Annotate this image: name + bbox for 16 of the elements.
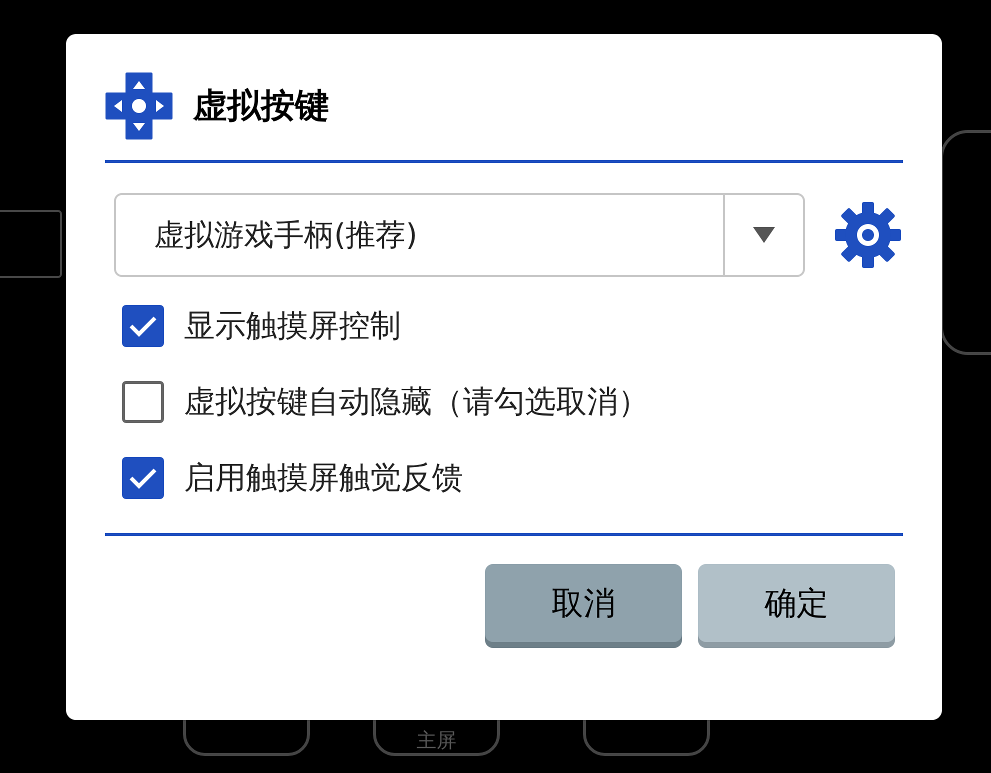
- cancel-button[interactable]: 取消: [485, 564, 682, 642]
- check-icon: [129, 467, 157, 489]
- caret-icon: [753, 227, 775, 243]
- checkbox[interactable]: [122, 381, 164, 423]
- ok-button[interactable]: 确定: [698, 564, 895, 642]
- checkbox[interactable]: [122, 457, 164, 499]
- check-icon: [129, 315, 157, 337]
- dpad-icon: [105, 72, 173, 140]
- option-label: 虚拟按键自动隐藏（请勾选取消）: [184, 383, 649, 422]
- checkbox[interactable]: [122, 305, 164, 347]
- background-panel: [0, 210, 62, 278]
- option-label: 启用触摸屏触觉反馈: [184, 459, 463, 498]
- dialog-title: 虚拟按键: [193, 84, 329, 128]
- option-label: 显示触摸屏控制: [184, 307, 401, 346]
- mode-dropdown[interactable]: 虚拟游戏手柄(推荐): [114, 193, 805, 277]
- settings-icon[interactable]: [833, 200, 903, 270]
